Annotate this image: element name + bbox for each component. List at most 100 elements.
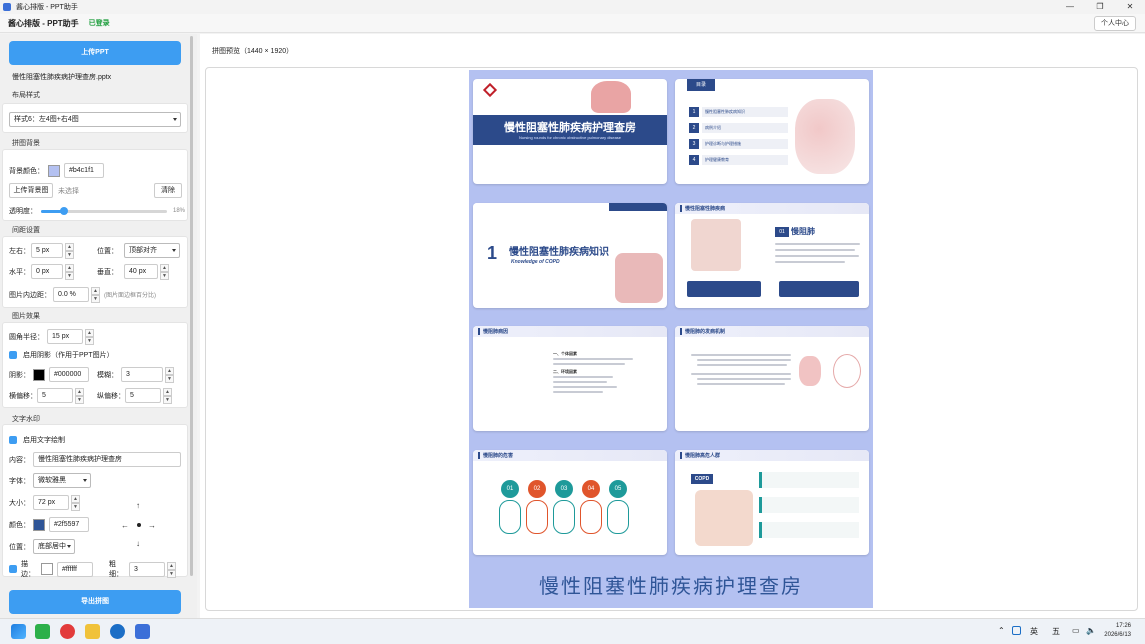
- stroke-color-field[interactable]: #ffffff: [57, 561, 93, 577]
- settings-scrollbar[interactable]: [190, 36, 193, 576]
- vertical-stepper[interactable]: ▲ ▼: [160, 264, 169, 280]
- security-icon[interactable]: [1012, 626, 1021, 635]
- stroke-color-swatch[interactable]: [41, 563, 53, 575]
- shadow-checkbox[interactable]: [9, 351, 17, 359]
- lung-tissue-image: [615, 253, 663, 303]
- thickness-input[interactable]: 3: [129, 561, 165, 577]
- window-title: 酱心排版 - PPT助手: [16, 4, 78, 11]
- slide-3-section: 1 慢性阻塞性肺疾病知识 Knowledge of COPD: [473, 203, 667, 308]
- font-select[interactable]: 微软雅黑: [33, 473, 91, 488]
- clock[interactable]: 17:26 2026/6/13: [1104, 622, 1131, 640]
- size-stepper[interactable]: ▲ ▼: [71, 495, 80, 511]
- start-icon[interactable]: [11, 624, 26, 639]
- slide-6-title: 慢阻肺的发病机制: [685, 329, 726, 335]
- horizontal-stepper[interactable]: ▲ ▼: [65, 264, 74, 280]
- stroke-checkbox[interactable]: [9, 565, 17, 573]
- lr-stepper[interactable]: ▲ ▼: [65, 243, 74, 259]
- ime-mode[interactable]: 五: [1052, 626, 1060, 637]
- toc-item-label: 护理健康教育: [702, 155, 788, 165]
- slide-7-title: 慢阻肺的危害: [483, 453, 514, 459]
- watermark-content-input[interactable]: 慢性阻塞性肺疾病护理查房: [33, 452, 181, 467]
- ppt-helper-taskbar-icon[interactable]: [135, 624, 150, 639]
- toc-item-number: 3: [689, 139, 699, 149]
- vertical-input[interactable]: 40 px: [124, 264, 158, 279]
- upload-bg-button[interactable]: 上传背景图: [9, 183, 53, 198]
- app-name: 酱心排版 - PPT助手: [8, 18, 79, 28]
- horizontal-label: 水平：: [9, 268, 30, 276]
- arrow-left-icon[interactable]: ←: [121, 521, 129, 530]
- harm-circle: 01: [501, 480, 519, 498]
- settings-panel: 上传PPT 慢性阻塞性肺疾病护理查房.pptx 布局样式 样式6：左4图+右4图…: [0, 34, 197, 618]
- h-offset-input[interactable]: 5: [37, 388, 73, 403]
- minimize-icon[interactable]: —: [1055, 0, 1085, 14]
- radius-input[interactable]: 15 px: [47, 329, 83, 344]
- watermark-position-select[interactable]: 底部居中: [33, 539, 75, 554]
- harm-circle: 05: [609, 480, 627, 498]
- harm-circle: 04: [582, 480, 600, 498]
- shadow-color-swatch[interactable]: [33, 368, 45, 381]
- size-input[interactable]: 72 px: [33, 495, 69, 510]
- arrow-right-icon[interactable]: →: [148, 521, 156, 530]
- radius-stepper[interactable]: ▲ ▼: [85, 329, 94, 345]
- slide-1-cover: 慢性阻塞性肺疾病护理查房 Nursing rounds for chronic …: [473, 79, 667, 184]
- padding-hint: (图片面边框百分比): [104, 293, 156, 299]
- slide-8-title: 慢阻肺高危人群: [685, 453, 721, 459]
- alveoli-diagram-image: [799, 356, 821, 386]
- layout-style-select[interactable]: 样式6：左4图+右4图: [9, 112, 181, 127]
- user-center-button[interactable]: 个人中心: [1094, 16, 1136, 31]
- clear-bg-button[interactable]: 清除: [154, 183, 182, 198]
- slide-4-copd: 慢性阻塞性肺疾病 01 慢阻肺: [675, 203, 869, 308]
- horizontal-input[interactable]: 0 px: [31, 264, 63, 279]
- section-number: 1: [487, 243, 498, 263]
- watermark-checkbox[interactable]: [9, 436, 17, 444]
- layout-section-title: 布局样式: [12, 92, 40, 99]
- volume-icon[interactable]: 🔈: [1086, 626, 1096, 635]
- thickness-stepper[interactable]: ▲ ▼: [167, 561, 176, 578]
- causes-heading-1: 一、个体因素: [553, 351, 577, 356]
- v-offset-input[interactable]: 5: [125, 388, 161, 403]
- arrow-up-icon[interactable]: ↑: [136, 501, 140, 510]
- opacity-label: 透明度：: [9, 208, 37, 215]
- ime-language[interactable]: 英: [1030, 626, 1038, 637]
- shadow-color-field[interactable]: #000000: [49, 367, 89, 382]
- app-red-icon[interactable]: [60, 624, 75, 639]
- lr-label: 左右：: [9, 247, 30, 255]
- harm-card: [580, 500, 602, 534]
- uploaded-filename: 慢性阻塞性肺疾病护理查房.pptx: [12, 74, 112, 81]
- opacity-slider-handle[interactable]: [59, 206, 68, 215]
- maximize-icon[interactable]: ❐: [1085, 0, 1115, 14]
- position-select[interactable]: 顶部对齐: [124, 243, 180, 258]
- export-button[interactable]: 导出拼图: [9, 590, 181, 614]
- opacity-slider[interactable]: [41, 206, 167, 215]
- bg-color-field[interactable]: #b4c1f1: [64, 163, 104, 178]
- window-title-bar: 酱心排版 - PPT助手 — ❐ ✕: [0, 0, 1145, 14]
- blur-stepper[interactable]: ▲ ▼: [165, 367, 174, 383]
- lr-input[interactable]: 5 px: [31, 243, 63, 258]
- folder-icon[interactable]: [85, 624, 100, 639]
- blur-input[interactable]: 3: [121, 367, 163, 382]
- bg-color-swatch[interactable]: [48, 164, 60, 177]
- alveoli-image: [795, 99, 855, 174]
- display-icon[interactable]: ▭: [1072, 626, 1080, 635]
- copd-logo: COPD: [691, 474, 713, 484]
- arrow-down-icon[interactable]: ↓: [136, 539, 140, 548]
- background-section: 背景颜色： #b4c1f1 上传背景图 未选择 清除 透明度： 18%: [2, 149, 188, 221]
- watermark-color-field[interactable]: #2f5597: [49, 517, 89, 532]
- risk-box-1: [759, 472, 859, 488]
- center-dot-icon[interactable]: [137, 523, 141, 527]
- h-offset-stepper[interactable]: ▲ ▼: [75, 388, 84, 404]
- background-section-title: 拼图背景: [12, 140, 40, 147]
- padding-input[interactable]: 0.0 %: [53, 287, 89, 302]
- wechat-icon[interactable]: [35, 624, 50, 639]
- watermark-color-swatch[interactable]: [33, 518, 45, 531]
- close-icon[interactable]: ✕: [1115, 0, 1145, 14]
- slide-7-harms: 慢阻肺的危害 01 02 03 04 05: [473, 450, 667, 555]
- clock-time: 17:26: [1115, 623, 1131, 629]
- tray-chevron-icon[interactable]: ⌃: [998, 626, 1005, 635]
- upload-ppt-button[interactable]: 上传PPT: [9, 41, 181, 65]
- padding-stepper[interactable]: ▲ ▼: [91, 287, 100, 303]
- v-offset-stepper[interactable]: ▲ ▼: [163, 388, 172, 404]
- app-icon: [3, 3, 11, 11]
- thickness-label: 粗细：: [109, 561, 123, 578]
- edge-icon[interactable]: [110, 624, 125, 639]
